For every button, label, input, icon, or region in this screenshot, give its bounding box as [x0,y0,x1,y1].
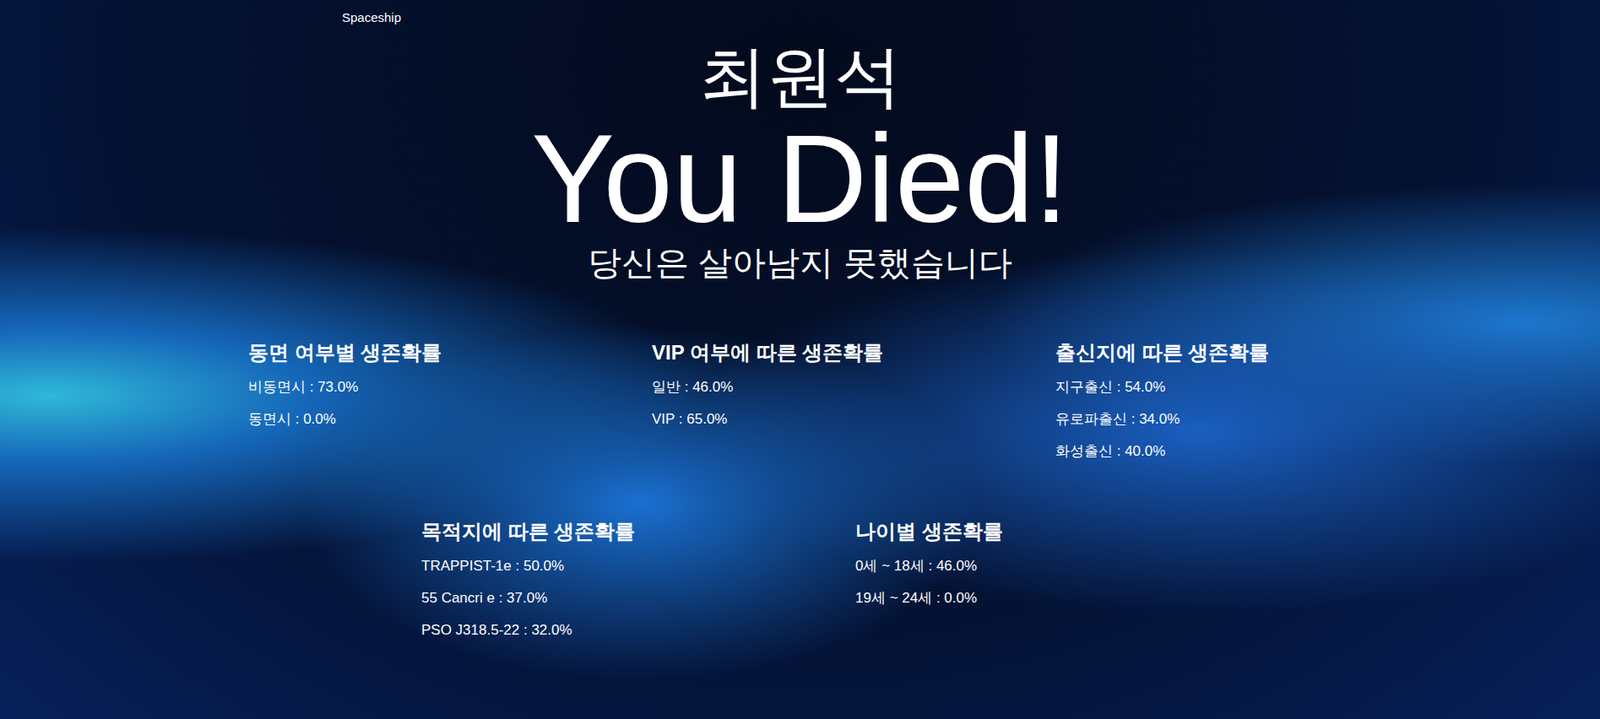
stat-card: 나이별 생존확률 0세 ~ 18세 : 46.0% 19세 ~ 24세 : 0.0% [855,519,1290,641]
stat-rows: 일반 : 46.0% VIP : 65.0% [651,377,1056,430]
result-page: Spaceship 최원석You Died!당신은 살아남지 못했습니다동면 여부… [0,0,1600,719]
stat-row: 일반 : 46.0% [651,377,1056,398]
stat-title: 출신지에 따른 생존확률 [1055,340,1459,366]
stat-row: 화성출신 : 40.0% [1055,441,1459,462]
stats-row: 동면 여부별 생존확률비동면시 : 73.0%동면시 : 0.0%VIP 여부에… [0,340,1600,462]
stat-title: 동면 여부별 생존확률 [248,340,652,366]
stat-row: 55 Cancri e : 37.0% [421,588,856,609]
stat-row: 비동면시 : 73.0% [248,377,652,398]
stat-row: PSO J318.5-22 : 32.0% [421,620,856,641]
stat-rows: TRAPPIST-1e : 50.0% 55 Cancri e : 37.0% PS… [421,556,856,641]
stats-row: 목적지에 따른 생존확률 TRAPPIST-1e : 50.0% 55 Cancri… [0,519,1600,658]
nav-bar: Spaceship [0,0,1600,28]
stat-card: 동면 여부별 생존확률비동면시 : 73.0% 동면시 : 0.0% [248,340,652,462]
headline: You Died! [531,116,1069,242]
brand-link[interactable]: Spaceship [341,10,402,25]
stat-card: 출신지에 따른 생존확률지구출신 : 54.0% 유로파출신 : 34.0% 화성출… [1055,340,1459,462]
stat-row: 동면시 : 0.0% [248,409,652,430]
stat-row: TRAPPIST-1e : 50.0% [421,556,856,577]
stat-card: 목적지에 따른 생존확률 TRAPPIST-1e : 50.0% 55 Cancri… [421,519,856,641]
stat-title: VIP 여부에 따른 생존확률 [651,340,1056,366]
stat-row: 0세 ~ 18세 : 46.0% [855,556,1290,577]
player-name: 최원석 [699,43,902,111]
stat-rows: 지구출신 : 54.0% 유로파출신 : 34.0% 화성출신 : 40.0% [1055,377,1459,462]
result-header: 최원석You Died!당신은 살아남지 못했습니다 [0,27,1600,280]
stat-rows: 0세 ~ 18세 : 46.0% 19세 ~ 24세 : 0.0% [855,556,1290,609]
stat-row: 유로파출신 : 34.0% [1055,409,1459,430]
message: 당신은 살아남지 못했습니다 [587,245,1012,280]
stat-rows: 비동면시 : 73.0% 동면시 : 0.0% [248,377,652,430]
stat-title: 목적지에 따른 생존확률 [421,519,856,545]
stat-row: VIP : 65.0% [651,409,1056,430]
stat-card: VIP 여부에 따른 생존확률일반 : 46.0% VIP : 65.0% [651,340,1056,462]
stat-row: 지구출신 : 54.0% [1055,377,1459,398]
stat-row: 19세 ~ 24세 : 0.0% [855,588,1290,609]
stat-title: 나이별 생존확률 [855,519,1290,545]
